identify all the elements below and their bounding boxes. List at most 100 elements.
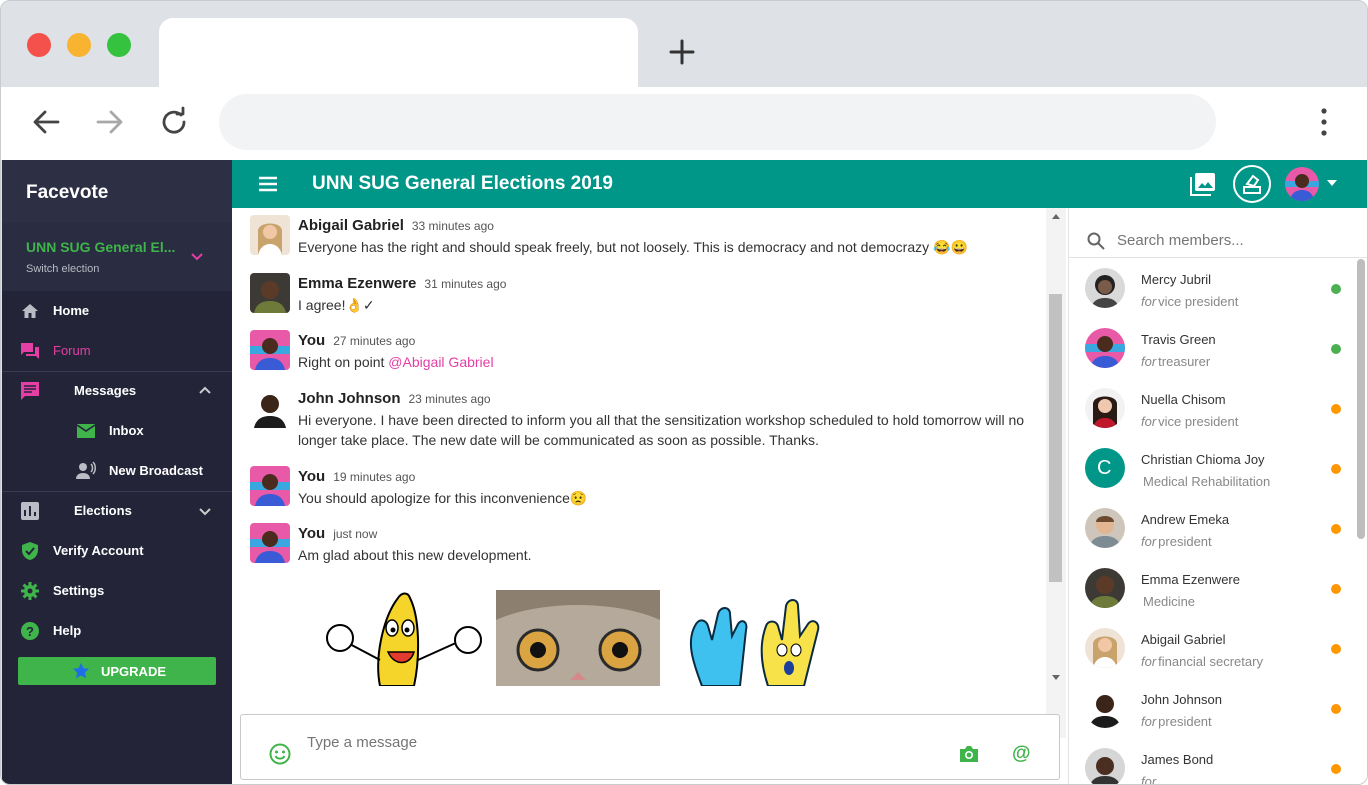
avatar-image [250, 215, 290, 255]
member-item[interactable]: C Christian Chioma Joy Medical Rehabilit… [1069, 438, 1359, 498]
address-bar[interactable] [219, 94, 1216, 150]
avatar [250, 466, 290, 506]
avatar-image [250, 523, 290, 563]
menu-icon[interactable] [256, 173, 280, 195]
sidebar-item-forum[interactable]: Forum [2, 331, 232, 371]
role-prefix: for [1141, 414, 1157, 429]
new-tab-icon[interactable] [665, 35, 699, 69]
sidebar-item-verify-account[interactable]: Verify Account [2, 531, 232, 571]
avatar [250, 273, 290, 313]
search-icon [1087, 232, 1105, 250]
emoji-icon[interactable] [269, 743, 291, 765]
maximize-window-button[interactable] [107, 33, 131, 57]
role-prefix: for [1141, 654, 1157, 669]
sidebar-item-label: Home [53, 303, 90, 318]
member-item[interactable]: Mercy Jubril for vice president [1069, 258, 1359, 318]
sidebar-item-help[interactable]: ? Help [2, 611, 232, 651]
back-icon[interactable] [29, 105, 63, 139]
vote-button[interactable] [1233, 165, 1271, 203]
member-name: Andrew Emeka [1141, 512, 1230, 527]
camera-icon[interactable] [958, 744, 980, 764]
scroll-up-icon[interactable] [1051, 212, 1061, 220]
role-text: vice president [1158, 414, 1239, 429]
mention-button[interactable]: @ [1012, 743, 1031, 765]
member-name: James Bond [1141, 752, 1214, 767]
role-prefix: for [1141, 294, 1157, 309]
election-switcher[interactable]: UNN SUG General El... Switch election [2, 223, 232, 291]
message-text: You should apologize for this inconvenie… [298, 490, 588, 506]
sidebar-item-inbox[interactable]: Inbox [2, 411, 232, 451]
sidebar-item-label: Forum [53, 343, 91, 358]
role-text: Medicine [1143, 594, 1196, 609]
avatar [1085, 628, 1125, 668]
browser-menu-icon[interactable] [1314, 105, 1334, 139]
member-name: Travis Green [1141, 332, 1216, 347]
message-input[interactable] [307, 731, 907, 753]
member-avatar-image [1085, 628, 1125, 668]
mention-link[interactable]: @Abigail Gabriel [388, 354, 493, 370]
cat-sticker[interactable] [496, 590, 660, 686]
member-item[interactable]: John Johnson for president [1069, 678, 1359, 738]
user-avatar-image [1285, 167, 1319, 201]
tab-bar [1, 1, 1367, 87]
member-name: Christian Chioma Joy [1141, 452, 1265, 467]
election-switch-label: Switch election [26, 263, 100, 275]
member-item[interactable]: Andrew Emeka for president [1069, 498, 1359, 558]
high-five-sticker[interactable] [682, 590, 822, 686]
sender-name: John Johnson [298, 390, 401, 407]
message-time: 33 minutes ago [411, 219, 494, 233]
avatar[interactable] [1285, 167, 1319, 201]
status-indicator [1331, 584, 1341, 594]
upgrade-button[interactable]: UPGRADE [18, 657, 216, 685]
member-item[interactable]: Abigail Gabriel for financial secretary [1069, 618, 1359, 678]
members-scrollbar[interactable] [1357, 259, 1365, 539]
chat-scrollbar[interactable] [1046, 208, 1066, 738]
avatar: C [1085, 448, 1125, 488]
page-title: UNN SUG General Elections 2019 [312, 173, 613, 194]
member-item[interactable]: Travis Green for treasurer [1069, 318, 1359, 378]
sidebar-item-label: Settings [53, 583, 105, 598]
reload-icon[interactable] [157, 105, 191, 139]
search-input[interactable] [1117, 229, 1347, 251]
role-text: president [1158, 714, 1212, 729]
gallery-icon[interactable] [1190, 172, 1216, 196]
chevron-down-icon[interactable] [196, 502, 214, 520]
caret-down-icon[interactable] [1326, 178, 1338, 188]
chevron-up-icon[interactable] [196, 382, 214, 400]
brand: Facevote [2, 160, 232, 223]
sidebar-item-messages[interactable]: Messages [2, 371, 232, 411]
close-window-button[interactable] [27, 33, 51, 57]
star-icon [72, 662, 90, 679]
minimize-window-button[interactable] [67, 33, 91, 57]
scrollbar-thumb[interactable] [1049, 294, 1062, 582]
sidebar-item-label: New Broadcast [109, 463, 203, 478]
sidebar-item-label: Inbox [109, 423, 144, 438]
gear-icon [21, 582, 39, 600]
status-indicator [1331, 284, 1341, 294]
avatar [1085, 268, 1125, 308]
sidebar-item-elections[interactable]: Elections [2, 491, 232, 531]
banana-sticker[interactable] [318, 590, 490, 686]
member-item[interactable]: Nuella Chisom for vice president [1069, 378, 1359, 438]
sidebar-item-new-broadcast[interactable]: New Broadcast [2, 451, 232, 491]
role-text: Medical Rehabilitation [1143, 474, 1271, 489]
avatar-image [250, 273, 290, 313]
avatar [1085, 568, 1125, 608]
sidebar-item-home[interactable]: Home [2, 291, 232, 331]
member-item[interactable]: Emma Ezenwere Medicine [1069, 558, 1359, 618]
forward-icon[interactable] [93, 105, 127, 139]
browser-tab[interactable] [159, 18, 638, 87]
sidebar-item-settings[interactable]: Settings [2, 571, 232, 611]
browser-window: Facevote UNN SUG General El... Switch el… [0, 0, 1368, 785]
members-panel: Mercy Jubril forvice president Travis Gr… [1068, 208, 1367, 785]
member-role: for vice president [1141, 294, 1238, 309]
scroll-down-icon[interactable] [1051, 674, 1061, 682]
upgrade-label: UPGRADE [101, 664, 167, 679]
role-prefix: for [1141, 774, 1157, 785]
broadcast-icon [76, 461, 96, 479]
member-avatar-image [1085, 388, 1125, 428]
top-bar: UNN SUG General Elections 2019 [232, 160, 1367, 208]
member-search [1069, 208, 1367, 258]
chevron-down-icon[interactable] [188, 247, 206, 265]
member-item[interactable]: James Bond for [1069, 738, 1359, 785]
